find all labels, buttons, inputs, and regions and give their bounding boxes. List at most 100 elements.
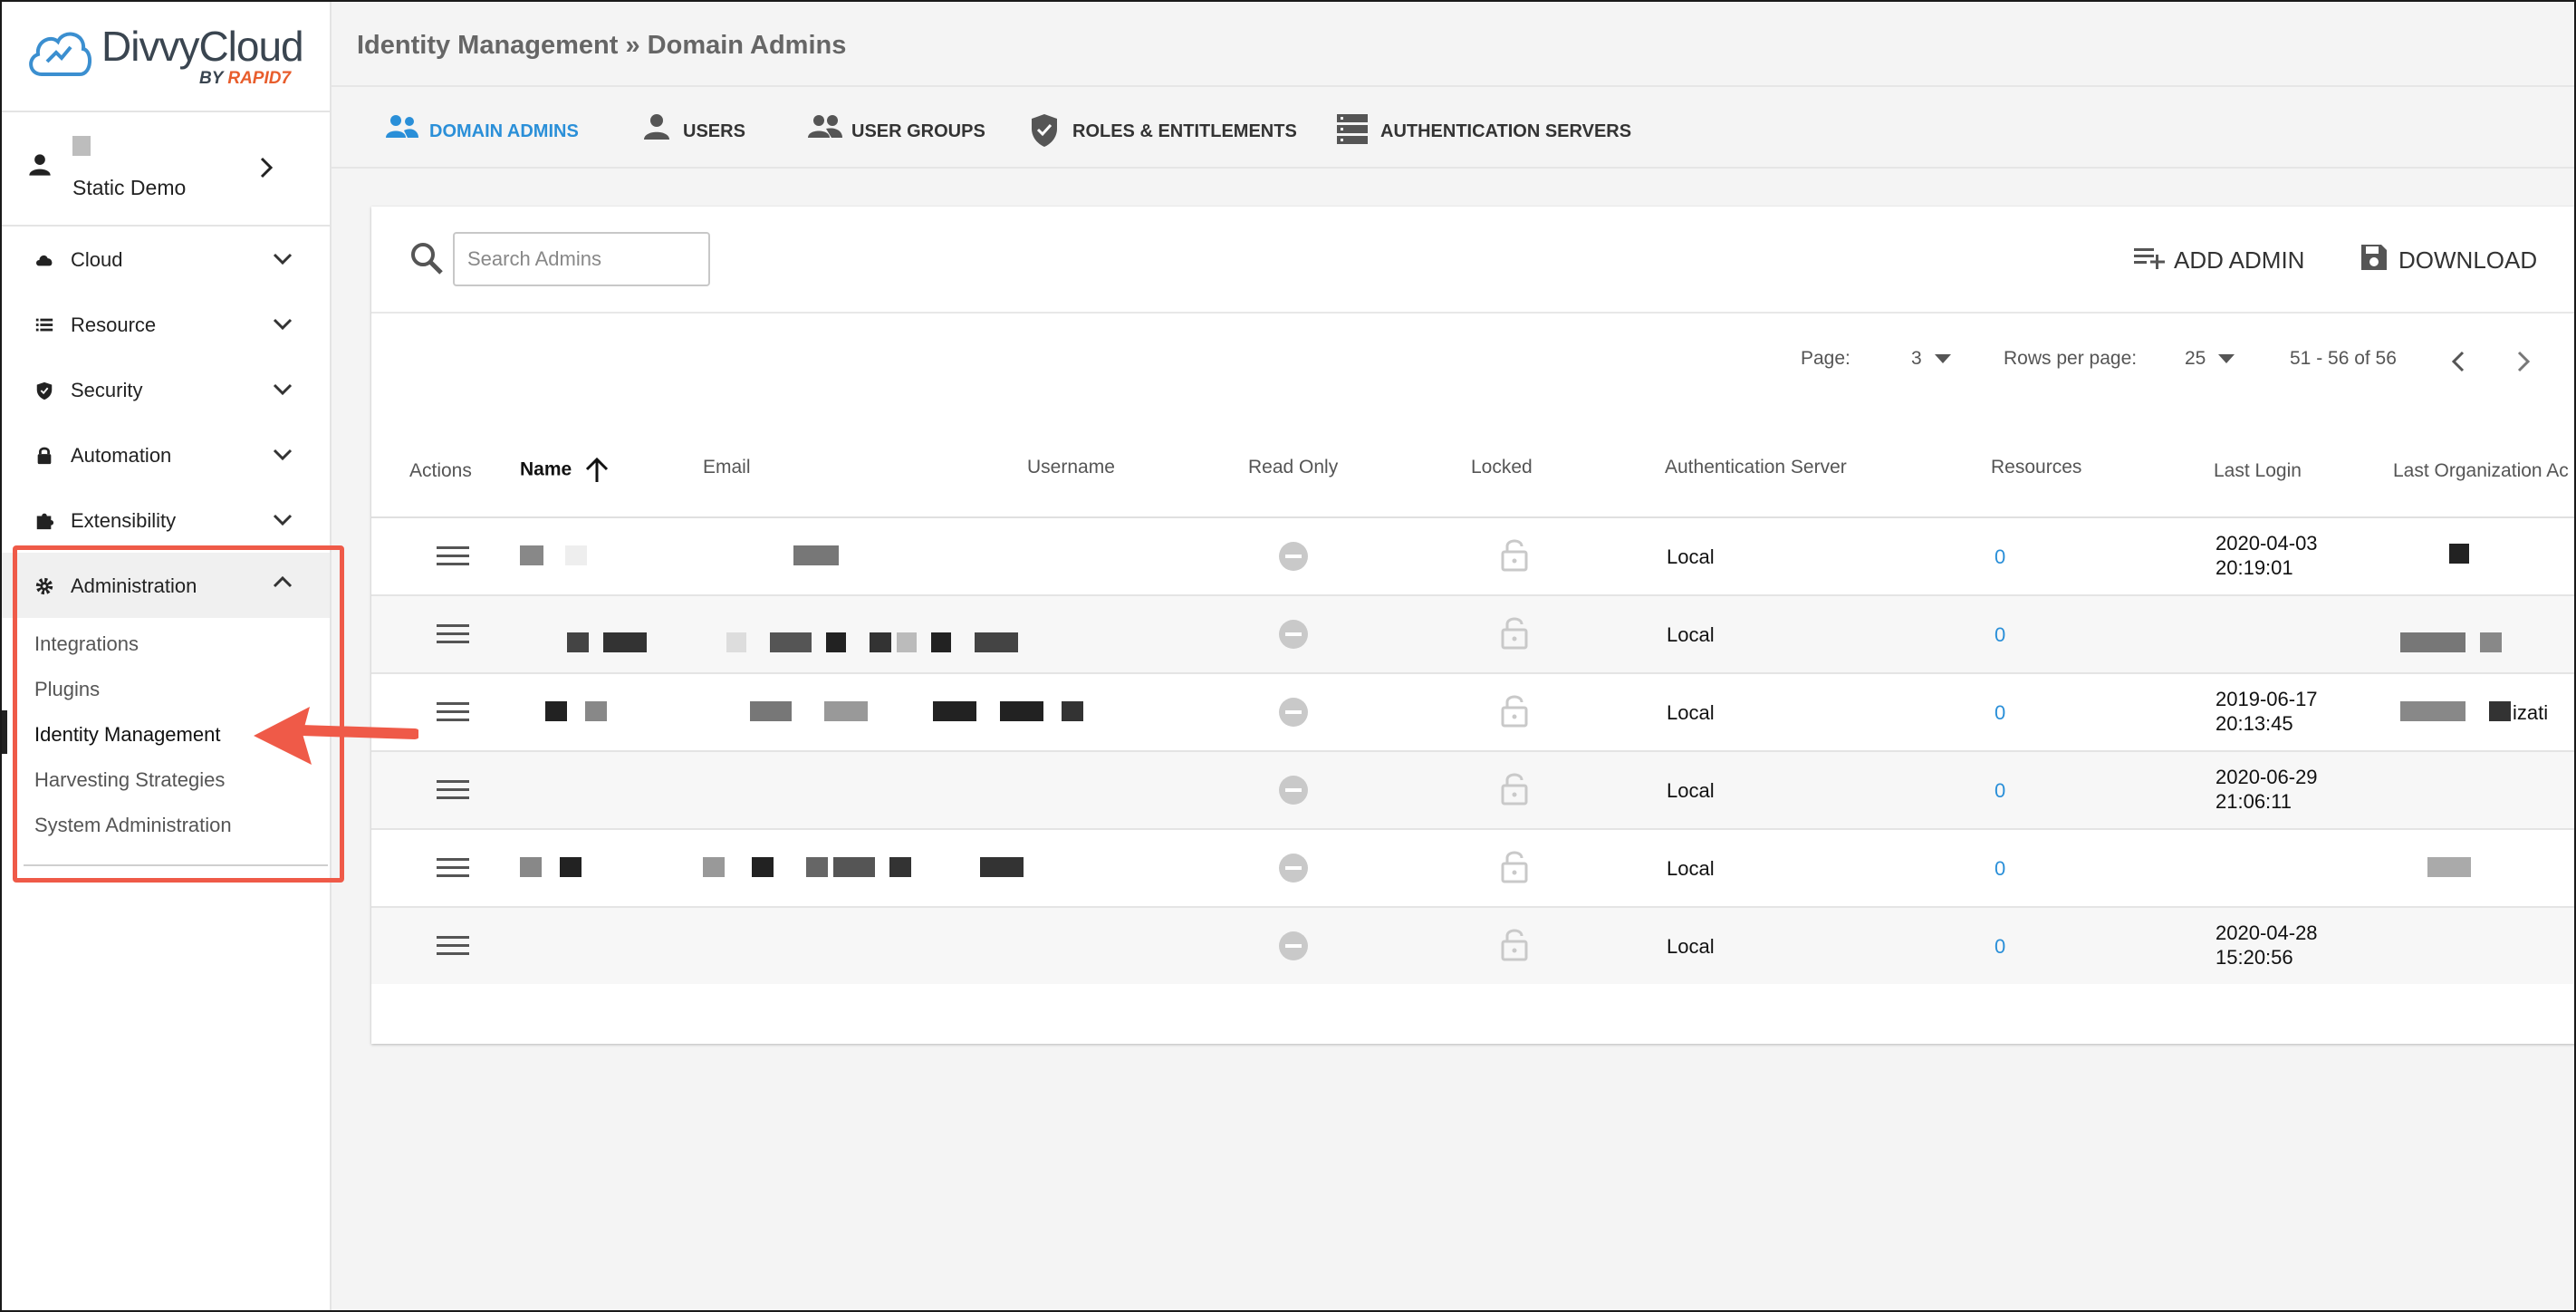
page-value: 3 bbox=[1911, 348, 1922, 369]
redacted-org bbox=[2449, 544, 2475, 568]
shield-icon bbox=[36, 381, 53, 400]
col-name[interactable]: Name bbox=[520, 457, 610, 484]
byline-brand: RAPID7 bbox=[227, 69, 292, 88]
nav-label: Resource bbox=[71, 314, 157, 336]
menu-icon[interactable] bbox=[437, 545, 469, 567]
minus-circle-icon bbox=[1279, 931, 1308, 960]
sort-ascending-icon bbox=[585, 457, 609, 482]
unlock-icon bbox=[1501, 929, 1528, 961]
rows-per-page-select[interactable]: 25 bbox=[2185, 348, 2235, 370]
col-last-organization[interactable]: Last Organization Ac bbox=[2393, 460, 2569, 482]
save-icon bbox=[2361, 245, 2387, 270]
dropdown-caret-icon bbox=[1934, 354, 1951, 364]
add-admin-label: ADD ADMIN bbox=[2174, 246, 2305, 274]
minus-circle-icon bbox=[1279, 698, 1308, 727]
add-list-icon bbox=[2134, 248, 2165, 269]
list-icon bbox=[35, 318, 53, 332]
col-locked[interactable]: Locked bbox=[1471, 457, 1533, 478]
people-icon bbox=[386, 115, 418, 138]
menu-icon[interactable] bbox=[437, 857, 469, 879]
chevron-down-icon bbox=[273, 318, 293, 331]
user-name: Static Demo bbox=[72, 176, 187, 199]
cell-resources-link[interactable]: 0 bbox=[1994, 623, 2005, 647]
nav-label: Cloud bbox=[71, 248, 123, 271]
chevron-down-icon bbox=[273, 253, 293, 265]
next-page-icon[interactable] bbox=[2516, 350, 2531, 373]
table-row[interactable]: Local 0 2020-06-29 21:06:11 bbox=[371, 752, 2574, 830]
download-label: DOWNLOAD bbox=[2398, 246, 2538, 274]
minus-circle-icon bbox=[1279, 854, 1308, 883]
search-input[interactable] bbox=[453, 232, 710, 286]
active-indicator bbox=[2, 710, 7, 754]
nav-label: Extensibility bbox=[71, 509, 177, 532]
cell-auth-server: Local bbox=[1667, 779, 1715, 802]
col-email[interactable]: Email bbox=[703, 457, 751, 478]
chevron-right-icon bbox=[260, 157, 274, 178]
people-icon bbox=[808, 115, 842, 138]
table-row[interactable]: Local 0 2020-04-03 20:19:01 bbox=[371, 518, 2574, 596]
nav-security[interactable]: Security bbox=[2, 357, 330, 422]
tab-label: ROLES & ENTITLEMENTS bbox=[1072, 121, 1297, 141]
cell-resources-link[interactable]: 0 bbox=[1994, 545, 2005, 569]
nav-automation[interactable]: Automation bbox=[2, 422, 330, 487]
logo[interactable]: DivvyCloud BY RAPID7 bbox=[2, 2, 330, 112]
col-authentication-server[interactable]: Authentication Server bbox=[1665, 457, 1847, 478]
user-switcher[interactable]: Static Demo bbox=[2, 112, 330, 227]
cell-resources-link[interactable]: 0 bbox=[1994, 935, 2005, 959]
redacted-org bbox=[2400, 701, 2516, 726]
cell-resources-link[interactable]: 0 bbox=[1994, 857, 2005, 881]
col-resources[interactable]: Resources bbox=[1991, 457, 2081, 478]
redacted-name bbox=[545, 701, 612, 726]
table-row[interactable]: Local 0 2019-06-17 20:13:45 izati bbox=[371, 674, 2574, 752]
menu-icon[interactable] bbox=[437, 623, 469, 645]
table-row[interactable]: Local 0 bbox=[371, 596, 2574, 674]
col-username[interactable]: Username bbox=[1027, 457, 1115, 478]
col-actions: Actions bbox=[409, 460, 472, 481]
redacted-name bbox=[520, 857, 587, 882]
rows-value: 25 bbox=[2185, 348, 2206, 369]
cell-last-organization: izati bbox=[2513, 701, 2549, 724]
menu-icon[interactable] bbox=[437, 935, 469, 957]
cell-auth-server: Local bbox=[1667, 935, 1715, 958]
page-range: 51 - 56 of 56 bbox=[2290, 348, 2397, 369]
prev-page-icon[interactable] bbox=[2451, 350, 2465, 373]
table-row[interactable]: Local 0 2020-04-28 15:20:56 bbox=[371, 908, 2574, 984]
person-icon bbox=[644, 114, 669, 140]
cell-resources-link[interactable]: 0 bbox=[1994, 701, 2005, 725]
cell-auth-server: Local bbox=[1667, 623, 1715, 646]
nav-label: Automation bbox=[71, 444, 172, 467]
server-icon bbox=[1337, 114, 1368, 144]
cell-auth-server: Local bbox=[1667, 545, 1715, 568]
cell-auth-server: Local bbox=[1667, 701, 1715, 724]
chevron-down-icon bbox=[273, 449, 293, 461]
cell-auth-server: Local bbox=[1667, 857, 1715, 880]
cell-last-login: 2019-06-17 20:13:45 bbox=[2216, 687, 2342, 736]
last-login-time: 15:20:56 bbox=[2216, 946, 2293, 969]
page-select[interactable]: 3 bbox=[1911, 348, 1951, 370]
cell-resources-link[interactable]: 0 bbox=[1994, 779, 2005, 803]
cell-last-login: 2020-04-03 20:19:01 bbox=[2216, 531, 2342, 580]
breadcrumb: Identity Management » Domain Admins bbox=[357, 31, 847, 60]
rows-per-page-label: Rows per page: bbox=[2004, 348, 2138, 369]
chevron-down-icon bbox=[273, 514, 293, 526]
tab-label: USER GROUPS bbox=[851, 121, 985, 141]
table-row[interactable]: Local 0 bbox=[371, 830, 2574, 908]
cloud-logo-icon bbox=[29, 32, 91, 76]
menu-icon[interactable] bbox=[437, 701, 469, 723]
col-last-login[interactable]: Last Login bbox=[2214, 460, 2302, 482]
col-read-only[interactable]: Read Only bbox=[1248, 457, 1338, 478]
nav-extensibility[interactable]: Extensibility bbox=[2, 487, 330, 553]
last-login-time: 21:06:11 bbox=[2216, 790, 2292, 813]
redacted-email bbox=[793, 545, 844, 570]
last-login-date: 2020-04-03 bbox=[2216, 532, 2318, 555]
nav-cloud[interactable]: Cloud bbox=[2, 227, 330, 292]
last-login-date: 2020-04-28 bbox=[2216, 921, 2318, 944]
shield-check-icon bbox=[1032, 114, 1057, 147]
person-icon bbox=[29, 154, 51, 176]
unlock-icon bbox=[1501, 773, 1528, 806]
page-label: Page: bbox=[1801, 348, 1850, 369]
menu-icon[interactable] bbox=[437, 779, 469, 801]
cell-last-login: 2020-04-28 15:20:56 bbox=[2216, 921, 2342, 970]
redacted-email bbox=[703, 857, 1029, 882]
nav-resource[interactable]: Resource bbox=[2, 292, 330, 357]
